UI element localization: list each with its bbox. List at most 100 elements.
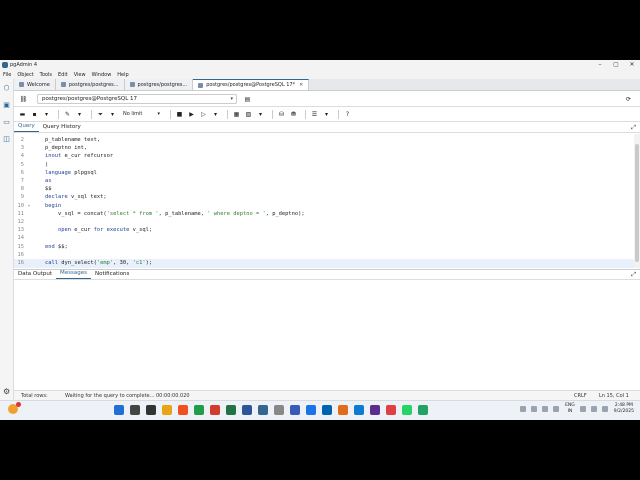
tab-data-output[interactable]: Data Output <box>14 269 56 279</box>
database-selector-icon[interactable]: ▤ <box>243 95 252 104</box>
close-window-button[interactable]: ✕ <box>624 60 640 70</box>
code-line[interactable]: 13 open e_cur for execute v_sql; <box>14 226 634 234</box>
editor-scrollbar[interactable] <box>634 134 640 268</box>
execute-icon[interactable]: ▶ <box>187 110 196 119</box>
gear-icon[interactable]: ⚙ <box>3 387 10 396</box>
edit-icon[interactable]: ✎ <box>63 110 72 119</box>
code-line[interactable]: 12 <box>14 218 634 226</box>
chevron-down-icon[interactable]: ▾ <box>42 110 51 119</box>
code-line[interactable]: 7 as <box>14 177 634 185</box>
chevron-down-icon[interactable]: ▾ <box>322 110 331 119</box>
taskbar-app-icon[interactable] <box>322 405 332 415</box>
code-line[interactable]: 4 inout e_cur refcursor <box>14 152 634 160</box>
code-line[interactable]: 5 ) <box>14 161 634 169</box>
taskbar-app-icon[interactable] <box>114 405 124 415</box>
execute-options-icon[interactable]: ▷ <box>199 110 208 119</box>
battery-icon[interactable] <box>601 405 608 412</box>
chevron-down-icon[interactable]: ▾ <box>75 110 84 119</box>
volume-icon[interactable] <box>590 405 597 412</box>
wifi-icon[interactable] <box>579 405 586 412</box>
row-limit-select[interactable]: No limit ▾ <box>120 110 162 119</box>
code-line[interactable]: 2 p_tablename text, <box>14 136 634 144</box>
sql-editor[interactable]: 2 p_tablename text, 3 p_deptno int, 4 inou… <box>14 134 634 268</box>
taskbar-app-icon[interactable] <box>194 405 204 415</box>
scrollbar-thumb[interactable] <box>635 144 639 262</box>
stop-icon[interactable]: ■ <box>175 110 184 119</box>
object-explorer-icon[interactable]: ⬡ <box>3 84 11 92</box>
code-line[interactable]: 8 $$ <box>14 185 634 193</box>
expand-icon[interactable]: ⤢ <box>631 271 636 279</box>
code-line[interactable]: 14 <box>14 234 634 242</box>
tab-messages[interactable]: Messages <box>56 269 91 279</box>
code-line[interactable]: 3 p_deptno int, <box>14 144 634 152</box>
tab-query-active[interactable]: postgres/postgres@PostgreSQL 17* ✕ <box>193 79 310 90</box>
taskbar-app-icon[interactable] <box>290 405 300 415</box>
code-line[interactable]: 17 fetch all from c1; <box>14 267 634 268</box>
taskbar-app-icon[interactable] <box>386 405 396 415</box>
menu-help[interactable]: Help <box>117 72 128 78</box>
help-icon[interactable]: ? <box>343 110 352 119</box>
tab-query-1[interactable]: postgres/postgres... <box>55 79 125 90</box>
tab-notifications[interactable]: Notifications <box>91 269 133 279</box>
tray-app-icon[interactable] <box>542 405 549 412</box>
language-indicator[interactable]: ENG IN <box>565 403 575 414</box>
menu-edit[interactable]: Edit <box>58 72 68 78</box>
psql-tool-icon[interactable]: ▭ <box>3 118 11 126</box>
taskbar-app-icon[interactable] <box>130 405 140 415</box>
taskbar-app-icon[interactable] <box>210 405 220 415</box>
explain-icon[interactable]: ▦ <box>232 110 241 119</box>
expand-icon[interactable]: ⤢ <box>631 124 636 132</box>
open-file-icon[interactable]: ▬ <box>18 110 27 119</box>
menu-object[interactable]: Object <box>17 72 33 78</box>
tab-query[interactable]: Query <box>14 122 39 132</box>
taskbar-app-icon[interactable] <box>146 405 156 415</box>
rollback-icon[interactable]: ⛃ <box>289 110 298 119</box>
taskbar-app-icon[interactable] <box>306 405 316 415</box>
chevron-down-icon[interactable]: ▾ <box>211 110 220 119</box>
taskbar-app-icon[interactable] <box>370 405 380 415</box>
schema-diff-icon[interactable]: ◫ <box>3 135 11 143</box>
menu-view[interactable]: View <box>74 72 86 78</box>
code-line[interactable]: 16 <box>14 251 634 259</box>
filter-icon[interactable]: ⏷ <box>96 110 105 119</box>
taskbar-app-icon[interactable] <box>402 405 412 415</box>
tray-chevron-icon[interactable] <box>520 405 527 412</box>
taskbar-app-icon[interactable] <box>418 405 428 415</box>
tray-app-icon[interactable] <box>531 405 538 412</box>
menu-window[interactable]: Window <box>92 72 112 78</box>
taskbar-app-icon[interactable] <box>258 405 268 415</box>
taskbar-app-icon[interactable] <box>338 405 348 415</box>
menu-tools[interactable]: Tools <box>40 72 52 78</box>
chevron-down-icon[interactable]: ▾ <box>256 110 265 119</box>
code-line[interactable]: 10 ▾ begin <box>14 202 634 210</box>
taskbar-app-icon[interactable] <box>354 405 364 415</box>
tab-query-2[interactable]: postgres/postgres... <box>124 79 194 90</box>
maximize-button[interactable]: ▢ <box>608 60 624 70</box>
connection-status-icon[interactable]: ⛓ <box>19 95 28 104</box>
macros-icon[interactable]: ☰ <box>310 110 319 119</box>
chevron-down-icon[interactable]: ▾ <box>108 110 117 119</box>
weather-widget-icon[interactable] <box>8 402 21 414</box>
refresh-icon[interactable]: ⟳ <box>624 95 633 104</box>
code-line[interactable]: 11 v_sql = concat('select * from ', p_ta… <box>14 210 634 218</box>
commit-icon[interactable]: ⛁ <box>277 110 286 119</box>
tray-app-icon[interactable] <box>553 405 560 412</box>
taskbar-app-icon[interactable] <box>162 405 172 415</box>
taskbar-app-icon[interactable] <box>242 405 252 415</box>
tab-query-history[interactable]: Query History <box>39 122 85 132</box>
tab-welcome[interactable]: Welcome <box>14 79 56 90</box>
taskbar-app-icon[interactable] <box>178 405 188 415</box>
code-line[interactable]: 16 call dyn_select('emp', 30, 'c1'); <box>14 259 634 268</box>
explain-analyze-icon[interactable]: ▧ <box>244 110 253 119</box>
taskbar-app-icon[interactable] <box>226 405 236 415</box>
menu-file[interactable]: File <box>3 72 11 78</box>
clock[interactable]: 2:48 PM 9/2/2025 <box>614 403 634 414</box>
close-tab-icon[interactable]: ✕ <box>299 82 303 88</box>
query-tool-icon[interactable]: ▣ <box>3 101 11 109</box>
connection-select[interactable]: postgres/postgres@PostgreSQL 17 ▾ <box>37 94 237 104</box>
save-icon[interactable]: ▪ <box>30 110 39 119</box>
code-line[interactable]: 6 language plpgsql <box>14 169 634 177</box>
taskbar-app-icon[interactable] <box>274 405 284 415</box>
code-line[interactable]: 9 declare v_sql text; <box>14 193 634 201</box>
code-line[interactable]: 15 end $$; <box>14 243 634 251</box>
